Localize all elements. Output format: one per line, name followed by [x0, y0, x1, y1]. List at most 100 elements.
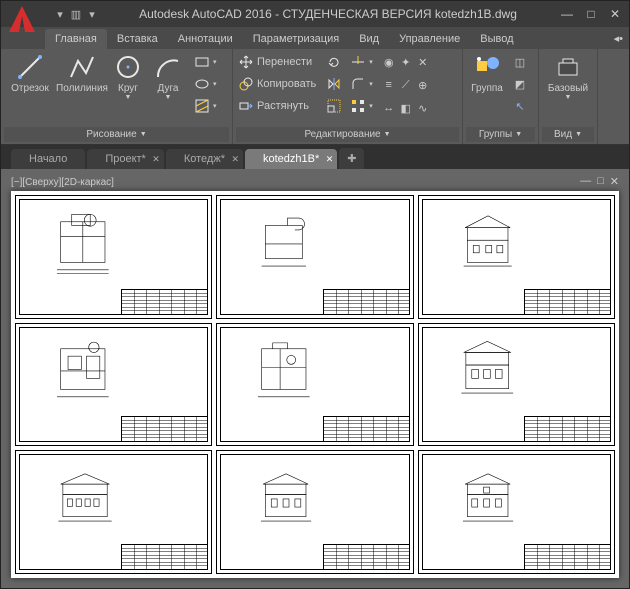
- maximize-button[interactable]: □: [581, 5, 601, 23]
- drawing-canvas[interactable]: [−][Сверху][2D-каркас] — □ ✕: [1, 169, 629, 588]
- polyline-icon: [68, 53, 96, 81]
- groupsel-icon: ↖: [512, 98, 528, 114]
- viewport-controls: — □ ✕: [580, 175, 619, 188]
- chevron-down-icon: ▾: [213, 58, 217, 66]
- tab-manage[interactable]: Управление: [389, 29, 470, 49]
- circle-button[interactable]: Круг ▼: [108, 51, 148, 103]
- app-logo[interactable]: [5, 2, 39, 36]
- move-button[interactable]: Перенести: [236, 51, 318, 73]
- break-icon: ⟋: [398, 77, 414, 93]
- rectangle-icon: [194, 54, 210, 70]
- groupedit-icon: ◩: [512, 76, 528, 92]
- line-icon: [16, 53, 44, 81]
- break-button[interactable]: ⟋: [398, 74, 414, 96]
- close-button[interactable]: ✕: [605, 5, 625, 23]
- explode-icon: ✦: [398, 54, 414, 70]
- rectangle-button[interactable]: ▾: [192, 51, 219, 73]
- doc-tab-kotedzh[interactable]: kotedzh1B*✕: [245, 149, 337, 169]
- align-button[interactable]: ≡: [381, 74, 397, 96]
- line-button[interactable]: Отрезок: [4, 51, 56, 96]
- stretch-button[interactable]: Растянуть: [236, 95, 318, 117]
- chevron-down-icon: ▾: [213, 102, 217, 110]
- rotate-button[interactable]: [324, 51, 344, 73]
- close-icon[interactable]: ✕: [231, 154, 239, 165]
- ribbon-expand-button[interactable]: ◂•: [608, 28, 629, 49]
- window-title: Autodesk AutoCAD 2016 - СТУДЕНЧЕСКАЯ ВЕР…: [103, 7, 553, 21]
- panel-draw-title[interactable]: Рисование ▼: [4, 127, 229, 142]
- doc-tab-start[interactable]: Начало: [11, 149, 85, 169]
- minimize-button[interactable]: —: [557, 5, 577, 23]
- scale-button[interactable]: [324, 95, 344, 117]
- doc-tab-cottage[interactable]: Котедж*✕: [166, 149, 243, 169]
- chevron-down-icon: ▼: [575, 131, 582, 138]
- viewport-close-button[interactable]: ✕: [610, 175, 619, 188]
- layout-sheet[interactable]: [216, 323, 413, 447]
- doc-tab-project[interactable]: Проект*✕: [87, 149, 164, 169]
- array-button[interactable]: ▾: [348, 95, 375, 117]
- tab-view[interactable]: Вид: [349, 29, 389, 49]
- tab-parametric[interactable]: Параметризация: [243, 29, 349, 49]
- panel-view-title[interactable]: Вид ▼: [542, 127, 594, 142]
- layout-sheet[interactable]: [15, 450, 212, 574]
- layout-sheet[interactable]: [15, 195, 212, 319]
- arc-button[interactable]: Дуга ▼: [148, 51, 188, 103]
- fillet-icon: [350, 76, 366, 92]
- ungroup-icon: ◫: [512, 54, 528, 70]
- explode-button[interactable]: ✦: [398, 51, 414, 73]
- hatch-button[interactable]: ▾: [192, 95, 219, 117]
- panel-edit-title[interactable]: Редактирование ▼: [236, 127, 459, 142]
- qat-layout-icon[interactable]: ▥: [69, 7, 83, 21]
- fillet-button[interactable]: ▾: [348, 73, 375, 95]
- chevron-down-icon: ▼: [565, 94, 572, 101]
- title-bar: ▾ ▥ ▾ Autodesk AutoCAD 2016 - СТУДЕНЧЕСК…: [1, 1, 629, 27]
- base-view-button[interactable]: Базовый ▼: [542, 51, 594, 103]
- tab-annotate[interactable]: Аннотации: [168, 29, 243, 49]
- close-icon[interactable]: ✕: [152, 154, 160, 165]
- group-select-button[interactable]: ↖: [510, 95, 530, 117]
- tab-output[interactable]: Вывод: [470, 29, 523, 49]
- hatch-icon: [194, 98, 210, 114]
- trim-button[interactable]: ▾: [348, 51, 375, 73]
- lengthen-icon: ↔: [381, 100, 397, 116]
- group-button[interactable]: Группа: [466, 51, 508, 96]
- qat-dropdown-icon[interactable]: ▾: [85, 7, 99, 21]
- polyline-button[interactable]: Полилиния: [56, 51, 108, 96]
- ribbon: Отрезок Полилиния Круг ▼: [1, 49, 629, 145]
- layout-sheet[interactable]: [216, 195, 413, 319]
- ellipse-icon: [194, 76, 210, 92]
- viewport-minimize-button[interactable]: —: [580, 175, 591, 188]
- ellipse-button[interactable]: ▾: [192, 73, 219, 95]
- viewport-restore-button[interactable]: □: [597, 175, 604, 188]
- viewport-label[interactable]: [−][Сверху][2D-каркас]: [11, 177, 114, 188]
- panel-edit: Перенести Копировать Растянуть: [233, 49, 463, 144]
- edit-poly-button[interactable]: ◧: [398, 97, 414, 119]
- lengthen-button[interactable]: ↔: [381, 97, 397, 119]
- panel-groups: Группа ◫ ◩ ↖ Группы ▼: [463, 49, 539, 144]
- tab-home[interactable]: Главная: [45, 29, 107, 49]
- layout-sheet[interactable]: [216, 450, 413, 574]
- group-edit-button[interactable]: ◩: [510, 73, 530, 95]
- tab-insert[interactable]: Вставка: [107, 29, 168, 49]
- align-icon: ≡: [381, 77, 397, 93]
- copy-icon: [238, 76, 254, 92]
- layout-sheet[interactable]: [418, 323, 615, 447]
- ungroup-button[interactable]: ◫: [510, 51, 530, 73]
- chevron-down-icon: ▾: [369, 58, 373, 66]
- layout-sheet[interactable]: [15, 323, 212, 447]
- copy-button[interactable]: Копировать: [236, 73, 318, 95]
- qat-menu-icon[interactable]: ▾: [53, 7, 67, 21]
- new-tab-button[interactable]: ✚: [339, 148, 364, 169]
- layout-sheet[interactable]: [418, 195, 615, 319]
- panel-groups-title[interactable]: Группы ▼: [466, 127, 535, 142]
- layout-sheet[interactable]: [418, 450, 615, 574]
- blend-button[interactable]: ∿: [415, 97, 431, 119]
- qat: ▾ ▥ ▾: [53, 7, 99, 21]
- mirror-button[interactable]: [324, 73, 344, 95]
- join-button[interactable]: ⊕: [415, 74, 431, 96]
- offset-button[interactable]: ◉: [381, 51, 397, 73]
- editpoly-icon: ◧: [398, 100, 414, 116]
- ribbon-tabs: Главная Вставка Аннотации Параметризация…: [1, 27, 629, 49]
- chevron-down-icon: ▼: [140, 131, 147, 138]
- erase-button[interactable]: ✕: [415, 51, 431, 73]
- close-icon[interactable]: ✕: [326, 154, 334, 165]
